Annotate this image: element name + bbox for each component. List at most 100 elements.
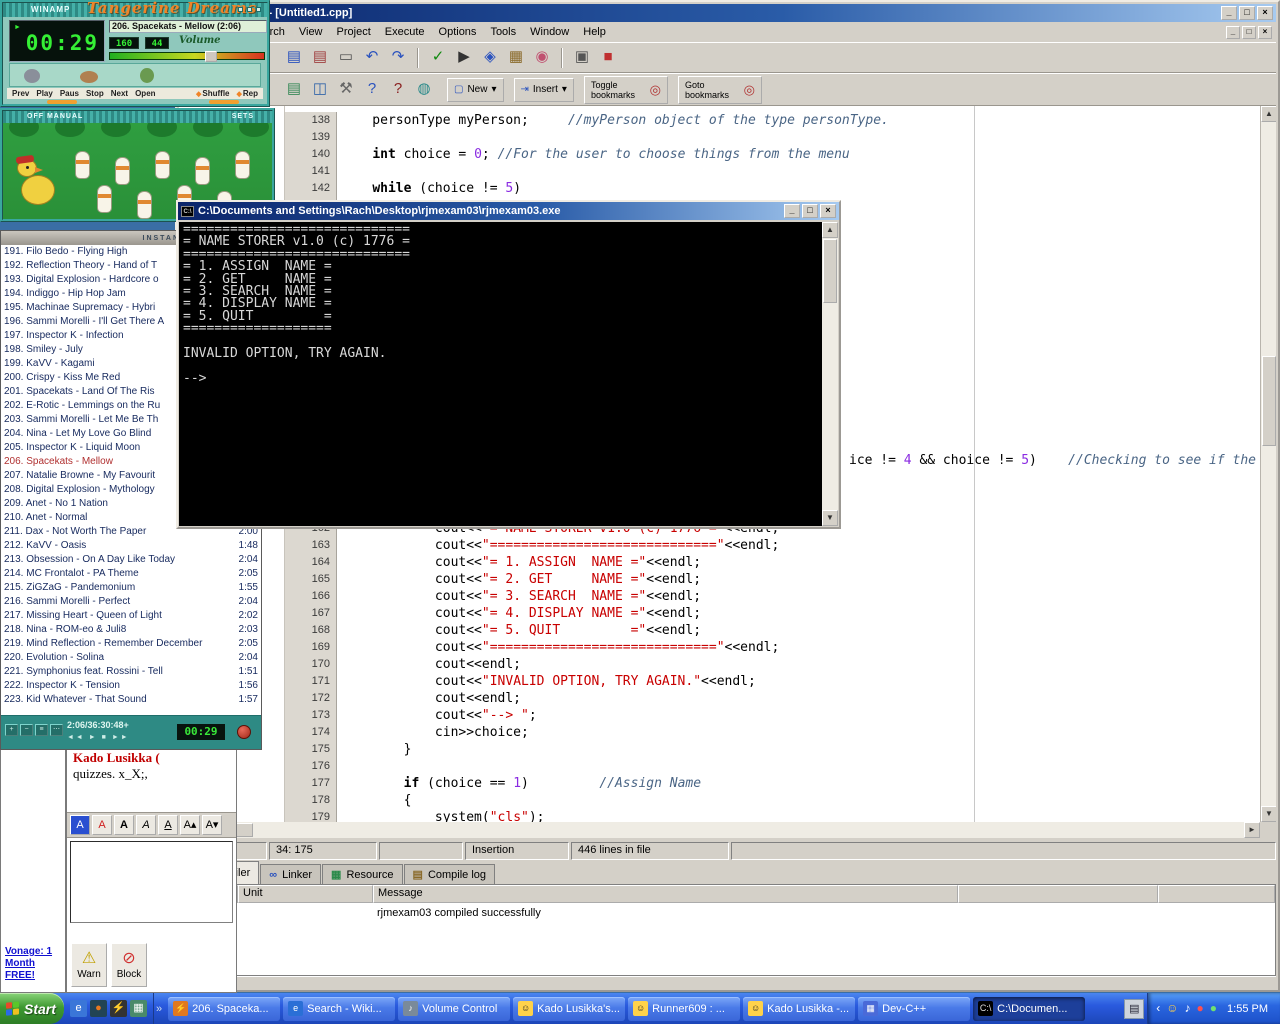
repeat-button[interactable]: ◆Rep	[236, 89, 258, 98]
transport-open-button[interactable]: Open	[135, 89, 155, 98]
scroll-right-button[interactable]: ►	[1244, 822, 1260, 838]
menu-options[interactable]: Options	[432, 23, 484, 41]
winamp-icon[interactable]: ⚡	[110, 1000, 127, 1017]
taskbar-task-3[interactable]: ☺Kado Lusikka's...	[513, 997, 625, 1021]
aim-tray-icon[interactable]: ☺	[1166, 993, 1178, 1024]
menu-execute[interactable]: Execute	[378, 23, 432, 41]
project-report-icon[interactable]: ▤	[283, 79, 305, 101]
save-all-icon[interactable]: ▤	[309, 47, 331, 69]
playlist-track[interactable]: 214. MC Frontalot - PA Theme2:05	[1, 567, 261, 581]
scrollbar-thumb[interactable]	[1262, 356, 1276, 446]
playlist-track[interactable]: 219. Mind Reflection - Remember December…	[1, 637, 261, 651]
taskbar-task-0[interactable]: ⚡206. Spaceka...	[168, 997, 280, 1021]
equalizer-titlebar[interactable]: OFF MANUAL SETS	[3, 111, 272, 123]
console-scrollbar[interactable]: ▲ ▼	[822, 222, 838, 526]
minimize-button[interactable]	[238, 7, 243, 12]
taskbar-task-6[interactable]: ▦Dev-C++	[858, 997, 970, 1021]
grid-column-header[interactable]	[1158, 885, 1275, 903]
taskbar-task-5[interactable]: ☺Kado Lusikka -...	[743, 997, 855, 1021]
debug-icon[interactable]: ◉	[531, 47, 553, 69]
console-client-area[interactable]: ============================= = NAME STO…	[179, 222, 838, 526]
start-button[interactable]: Start	[0, 993, 64, 1024]
tab-resource[interactable]: ▦Resource	[322, 864, 402, 884]
volume-slider[interactable]	[109, 52, 265, 60]
scroll-down-button[interactable]: ▼	[1261, 806, 1276, 822]
toggle-bookmarks-button[interactable]: Toggle bookmarks ◎	[584, 76, 668, 104]
run-icon[interactable]: ▶	[453, 47, 475, 69]
package-icon[interactable]: ⚒	[335, 79, 357, 101]
equalizer-presets-label[interactable]: SETS	[232, 111, 254, 123]
about-icon[interactable]: ?	[387, 79, 409, 101]
transport-play-button[interactable]: Play	[36, 89, 52, 98]
transport-stop-button[interactable]: Stop	[86, 89, 104, 98]
maximize-button[interactable]: □	[1239, 6, 1255, 20]
grid-column-header[interactable]: Unit	[238, 885, 373, 903]
block-button[interactable]: ⊘ Block	[111, 943, 147, 987]
menu-window[interactable]: Window	[523, 23, 576, 41]
playlist-track[interactable]: 221. Symphonius feat. Rossini - Tell1:51	[1, 665, 261, 679]
quick-launch-chevron[interactable]: »	[154, 1003, 164, 1015]
transport-prev-button[interactable]: Prev	[12, 89, 29, 98]
playlist-remove-button[interactable]: −	[20, 724, 33, 736]
compile-icon[interactable]: ✓	[427, 47, 449, 69]
tab-compile-log[interactable]: ▤Compile log	[404, 864, 496, 884]
playlist-track[interactable]: 217. Missing Heart - Queen of Light2:02	[1, 609, 261, 623]
show-desktop-icon[interactable]: ▦	[130, 1000, 147, 1017]
language-bar-icon[interactable]: ▤	[1124, 999, 1144, 1019]
winamp-titlebar[interactable]: WINAMP Tangerine Dreams	[3, 3, 267, 17]
volume-tray-icon[interactable]: ♪	[1185, 993, 1191, 1024]
scrollbar-thumb[interactable]	[823, 239, 837, 303]
warn-button[interactable]: ⚠ Warn	[71, 943, 107, 987]
security-tray-icon[interactable]: ●	[1197, 993, 1204, 1024]
shuffle-button[interactable]: ◆Shuffle	[196, 89, 230, 98]
bold-button[interactable]: A	[114, 815, 134, 835]
internet-explorer-icon[interactable]: e	[70, 1000, 87, 1017]
equalizer-toggle-button[interactable]	[47, 100, 77, 104]
playlist-track[interactable]: 212. KaVV - Oasis1:48	[1, 539, 261, 553]
help-icon[interactable]: ?	[361, 79, 383, 101]
profile-icon[interactable]: ▣	[571, 47, 593, 69]
devcpp-titlebar[interactable]: rjmexam03 - [Untitled1.cpp] _ □ ×	[179, 4, 1276, 22]
playlist-track[interactable]: 216. Sammi Morelli - Perfect2:04	[1, 595, 261, 609]
scroll-up-button[interactable]: ▲	[1261, 106, 1276, 122]
playlist-knob-button[interactable]	[237, 725, 251, 739]
transport-paus-button[interactable]: Paus	[60, 89, 79, 98]
font-bg-color-button[interactable]: A	[70, 815, 90, 835]
font-size-up-button[interactable]: A▴	[180, 815, 200, 835]
playlist-track[interactable]: 215. ZiGZaG - Pandemonium1:55	[1, 581, 261, 595]
shade-button[interactable]	[247, 7, 252, 12]
volume-slider-thumb[interactable]	[205, 51, 217, 62]
underline-button[interactable]: A	[158, 815, 178, 835]
playlist-misc-button[interactable]: ⋯	[50, 724, 63, 736]
webupdate-icon[interactable]: ◍	[413, 79, 435, 101]
firefox-icon[interactable]: ●	[90, 1000, 107, 1017]
new-button[interactable]: ▢ New ▾	[447, 78, 504, 102]
minimize-button[interactable]: _	[1221, 6, 1237, 20]
scroll-up-button[interactable]: ▲	[822, 222, 838, 238]
playlist-track[interactable]: 218. Nina - ROM-eo & Juli82:03	[1, 623, 261, 637]
console-titlebar[interactable]: C:\ C:\Documents and Settings\Rach\Deskt…	[178, 202, 839, 220]
close-button[interactable]: ×	[820, 204, 836, 218]
taskbar-task-7[interactable]: C:\C:\Documen...	[973, 997, 1085, 1021]
program-reset-icon[interactable]: ■	[597, 47, 619, 69]
playlist-mini-transport[interactable]: ◄◄ ► ■ ►►	[67, 734, 130, 741]
taskbar-task-1[interactable]: eSearch - Wiki...	[283, 997, 395, 1021]
transport-next-button[interactable]: Next	[111, 89, 128, 98]
mdi-close-button[interactable]: ×	[1258, 26, 1272, 39]
taskbar-task-2[interactable]: ♪Volume Control	[398, 997, 510, 1021]
playlist-track[interactable]: 213. Obsession - On A Day Like Today2:04	[1, 553, 261, 567]
editor-horizontal-scrollbar[interactable]: ◄ ►	[179, 822, 1260, 838]
profiling-icon[interactable]: ◫	[309, 79, 331, 101]
menu-tools[interactable]: Tools	[483, 23, 523, 41]
track-title-marquee[interactable]: 206. Spacekats - Mellow (2:06)	[109, 20, 267, 33]
playlist-track[interactable]: 223. Kid Whatever - That Sound1:57	[1, 693, 261, 707]
font-color-button[interactable]: A	[92, 815, 112, 835]
goto-bookmarks-button[interactable]: Goto bookmarks ◎	[678, 76, 762, 104]
close-button[interactable]	[256, 7, 261, 12]
scroll-down-button[interactable]: ▼	[822, 510, 838, 526]
vonage-ad-link[interactable]: Vonage: 1 Month FREE!	[5, 946, 52, 982]
taskbar-task-4[interactable]: ☺Runner609 : ...	[628, 997, 740, 1021]
mdi-restore-button[interactable]: □	[1242, 26, 1256, 39]
menu-project[interactable]: Project	[330, 23, 378, 41]
menu-view[interactable]: View	[292, 23, 330, 41]
